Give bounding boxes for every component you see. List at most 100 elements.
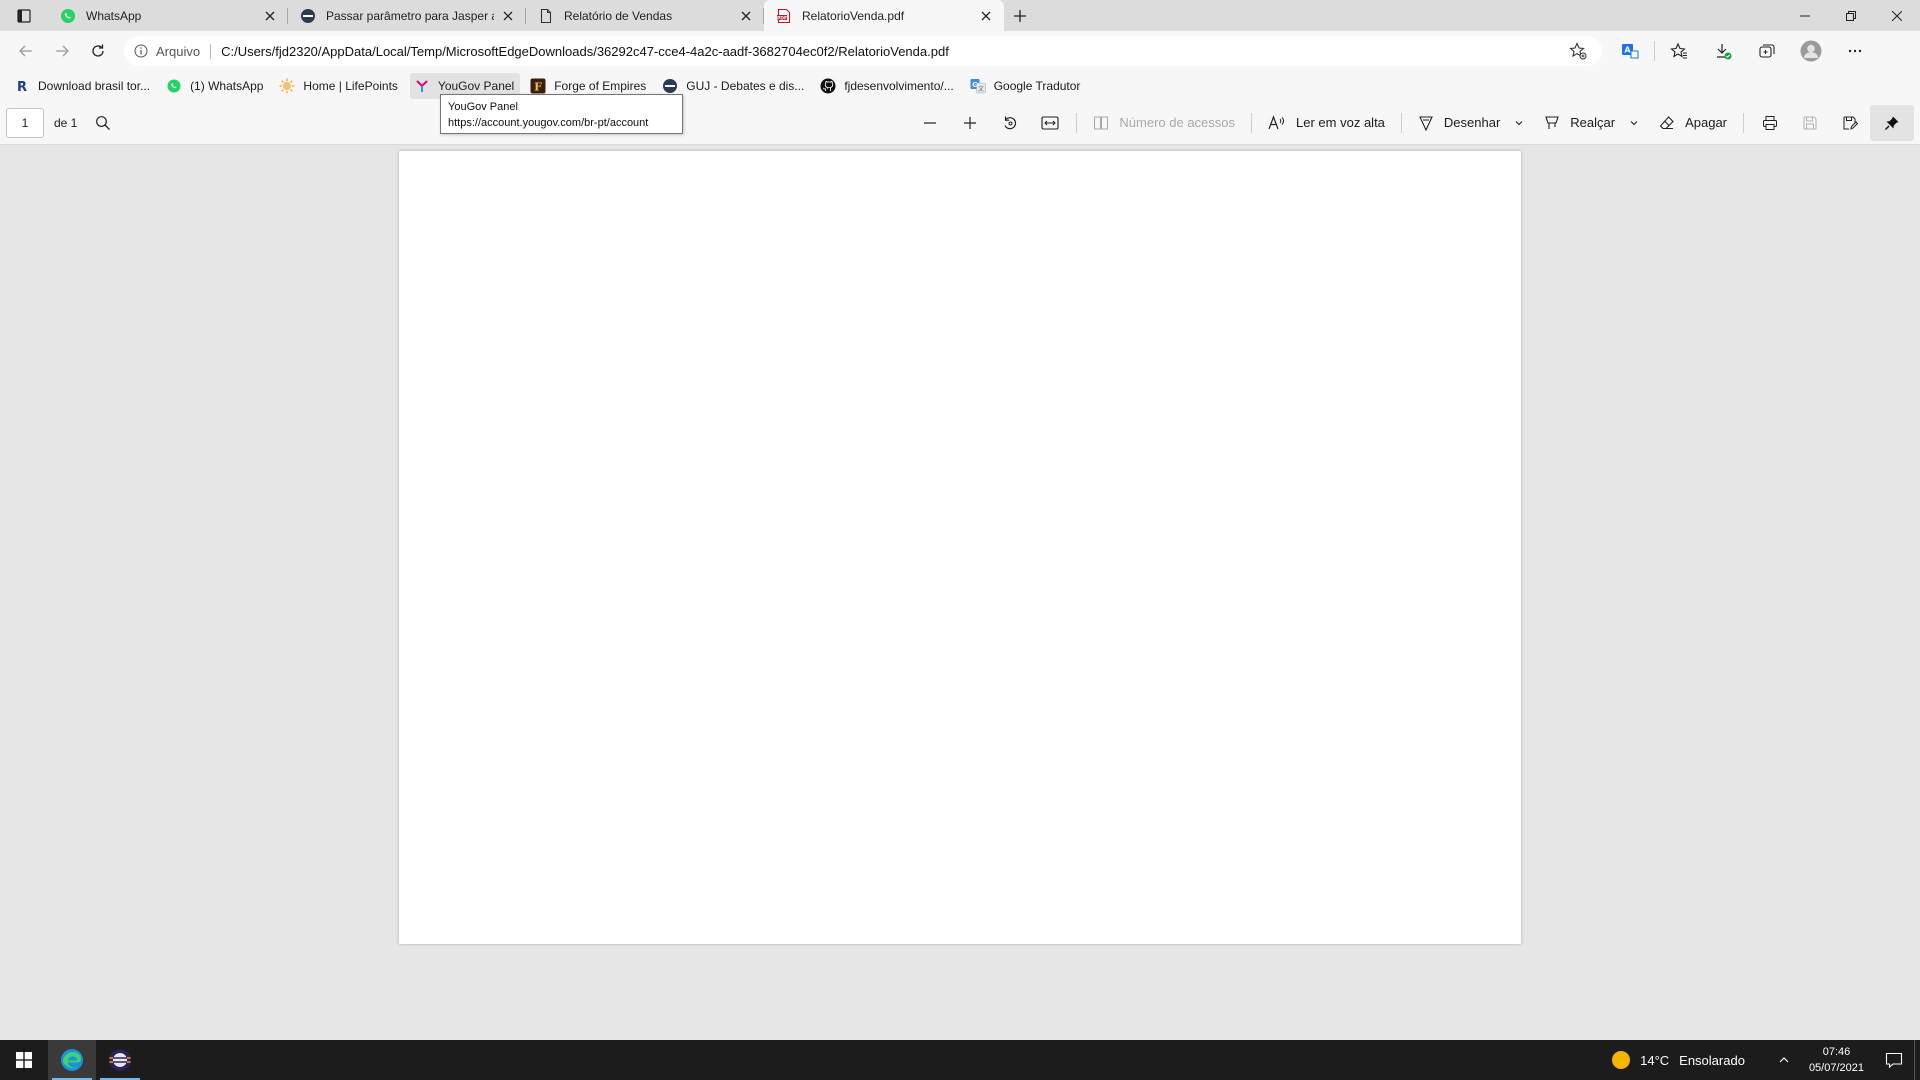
whatsapp-icon: [166, 78, 182, 94]
close-tab-button[interactable]: [738, 8, 754, 24]
close-window-button[interactable]: [1874, 0, 1920, 31]
guj-icon: [662, 78, 678, 94]
tab-relatorio-vendas[interactable]: Relatório de Vendas: [526, 0, 764, 31]
save-button[interactable]: [1790, 107, 1830, 139]
eclipse-icon: [109, 1049, 131, 1071]
google-translate-icon: G文: [970, 78, 986, 94]
notifications-button[interactable]: [1874, 1040, 1914, 1080]
separator: [1076, 112, 1078, 133]
separator: [1743, 112, 1744, 133]
taskbar: 14°C Ensolarado 07:46 05/07/2021: [0, 1040, 1920, 1080]
save-as-button[interactable]: [1830, 107, 1870, 139]
tab-actions-icon: [17, 8, 31, 23]
favorite-download-brasil[interactable]: R Download brasil tor...: [10, 73, 156, 99]
restore-button[interactable]: [1828, 0, 1874, 31]
erase-button[interactable]: Apagar: [1649, 107, 1737, 139]
weather-widget[interactable]: 14°C Ensolarado: [1612, 1051, 1755, 1069]
rotate-button[interactable]: [990, 107, 1030, 139]
close-tab-button[interactable]: [978, 8, 994, 24]
chevron-down-icon[interactable]: [1629, 118, 1639, 128]
weather-temp: 14°C: [1640, 1052, 1670, 1068]
site-info-button[interactable]: Arquivo: [134, 43, 212, 59]
avatar-icon: [1800, 40, 1822, 62]
favorite-whatsapp[interactable]: (1) WhatsApp: [162, 73, 269, 99]
show-desktop-button[interactable]: [1914, 1040, 1920, 1080]
edge-icon: [61, 1049, 83, 1071]
printer-icon: [1763, 115, 1777, 130]
separator: [1654, 41, 1655, 61]
taskbar-edge[interactable]: [48, 1040, 96, 1080]
tab-whatsapp[interactable]: WhatsApp: [48, 0, 288, 31]
yougov-icon: [414, 78, 430, 94]
back-arrow-icon: [19, 45, 32, 57]
more-dots-icon: [1848, 49, 1862, 53]
eraser-icon: [1659, 115, 1674, 129]
new-tab-button[interactable]: [1004, 0, 1036, 31]
svg-text:PDF: PDF: [777, 15, 787, 21]
favorite-tooltip: YouGov Panel https://account.yougov.com/…: [440, 94, 683, 134]
plus-icon: [1014, 9, 1026, 22]
tooltip-url: https://account.yougov.com/br-pt/account: [448, 117, 649, 129]
chevron-down-icon[interactable]: [1514, 118, 1524, 128]
read-aloud-label: Ler em voz alta: [1296, 115, 1385, 130]
windows-logo-icon: [16, 1052, 32, 1068]
favorite-label: Forge of Empires: [554, 79, 647, 93]
access-count-label: Número de acessos: [1119, 115, 1236, 130]
highlight-button[interactable]: Realçar: [1534, 107, 1649, 139]
clock[interactable]: 07:46 05/07/2021: [1799, 1044, 1874, 1076]
close-tab-button[interactable]: [262, 8, 278, 24]
page-view-icon: [1094, 116, 1109, 129]
translate-button[interactable]: A: [1608, 35, 1652, 67]
show-hidden-icons-button[interactable]: [1769, 1040, 1799, 1080]
favorite-lifepoints[interactable]: Home | LifePoints: [275, 73, 404, 99]
start-button[interactable]: [0, 1040, 48, 1080]
add-favorite-button[interactable]: [1564, 42, 1592, 60]
r-logo-icon: R: [14, 78, 30, 94]
read-aloud-button[interactable]: Ler em voz alta: [1258, 107, 1395, 139]
svg-text:A: A: [1624, 46, 1631, 55]
favorite-github[interactable]: fjdesenvolvimento/...: [816, 73, 959, 99]
draw-button[interactable]: Desenhar: [1408, 107, 1534, 139]
github-icon: [820, 78, 836, 94]
navigation-bar: Arquivo C:/Users/fjd2320/AppData/Local/T…: [0, 31, 1920, 71]
taskbar-eclipse[interactable]: [96, 1040, 144, 1080]
minimize-button[interactable]: [1782, 0, 1828, 31]
tab-relatoriovenda-pdf[interactable]: PDF RelatorioVenda.pdf: [764, 0, 1004, 31]
zoom-out-button[interactable]: [910, 107, 950, 139]
zoom-in-button[interactable]: [950, 107, 990, 139]
pdf-viewer[interactable]: [0, 146, 1920, 1040]
tooltip-title: YouGov Panel: [448, 101, 518, 113]
favorite-google-tradutor[interactable]: G文 Google Tradutor: [966, 73, 1087, 99]
tab-title: Relatório de Vendas: [564, 8, 673, 23]
profile-button[interactable]: [1789, 35, 1833, 67]
find-button[interactable]: [83, 107, 123, 139]
chevron-up-icon: [1779, 1057, 1789, 1063]
pin-toolbar-button[interactable]: [1870, 104, 1914, 141]
address-bar[interactable]: Arquivo C:/Users/fjd2320/AppData/Local/T…: [124, 36, 1602, 66]
page-view-button[interactable]: Número de acessos: [1083, 107, 1245, 139]
forward-arrow-icon: [56, 45, 69, 57]
favorites-button[interactable]: [1657, 35, 1701, 67]
favorite-label: fjdesenvolvimento/...: [844, 79, 954, 93]
toolbar-right: A: [1608, 35, 1877, 67]
restore-icon: [1846, 10, 1856, 21]
settings-more-button[interactable]: [1833, 35, 1877, 67]
collections-button[interactable]: [1745, 35, 1789, 67]
tab-actions-button[interactable]: [0, 0, 48, 31]
close-icon: [265, 11, 275, 20]
pdf-page[interactable]: [399, 151, 1521, 944]
refresh-button[interactable]: [80, 35, 116, 67]
fit-to-width-button[interactable]: [1030, 107, 1070, 139]
back-button[interactable]: [8, 35, 44, 67]
clock-date: 05/07/2021: [1808, 1062, 1864, 1074]
url-text[interactable]: C:/Users/fjd2320/AppData/Local/Temp/Micr…: [221, 44, 1564, 59]
svg-text:R: R: [17, 80, 27, 93]
print-button[interactable]: [1750, 107, 1790, 139]
page-number-input[interactable]: 1: [6, 107, 44, 138]
system-tray: 14°C Ensolarado 07:46 05/07/2021: [1612, 1040, 1920, 1080]
close-tab-button[interactable]: [500, 8, 516, 24]
downloads-button[interactable]: [1701, 35, 1745, 67]
forward-button[interactable]: [44, 35, 80, 67]
favorite-label: Download brasil tor...: [38, 79, 151, 93]
tab-jasper[interactable]: Passar parâmetro para Jasper através...: [288, 0, 526, 31]
